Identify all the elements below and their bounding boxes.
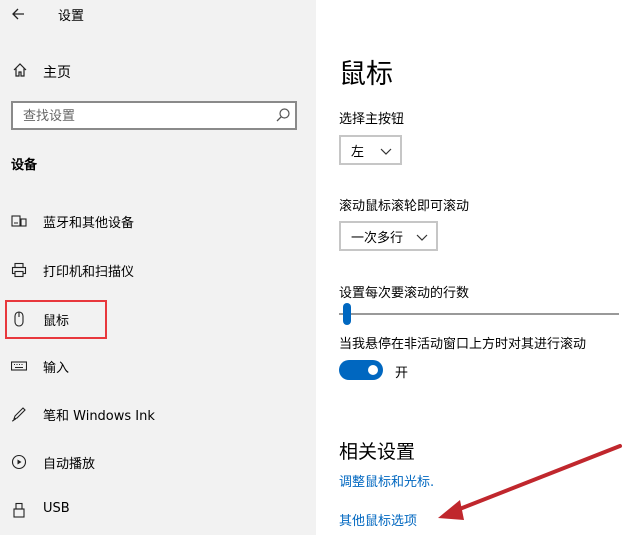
sidebar-item-label: 主页 — [43, 65, 71, 81]
sidebar-item-autoplay[interactable]: 自动播放 — [0, 444, 316, 480]
select-value: 左 — [351, 144, 365, 160]
app-title: 设置 — [58, 9, 85, 24]
inactive-scroll-toggle[interactable] — [339, 360, 383, 380]
primary-button-select[interactable]: 左 — [339, 135, 402, 165]
search-box[interactable] — [11, 101, 297, 130]
section-title: 设备 — [11, 158, 38, 173]
scroll-wheel-label: 滚动鼠标滚轮即可滚动 — [339, 199, 470, 214]
autoplay-icon — [11, 454, 27, 470]
search-icon[interactable] — [275, 107, 291, 123]
inactive-scroll-label: 当我悬停在非活动窗口上方时对其进行滚动 — [339, 337, 587, 352]
search-input[interactable] — [13, 103, 275, 130]
highlight-box — [5, 300, 107, 339]
bluetooth-devices-icon — [11, 213, 27, 229]
sidebar-item-home[interactable]: 主页 — [0, 56, 316, 86]
sidebar-item-typing[interactable]: 输入 — [0, 348, 316, 384]
additional-mouse-options-link[interactable]: 其他鼠标选项 — [339, 510, 417, 529]
lines-to-scroll-slider-thumb[interactable] — [343, 303, 352, 325]
chevron-down-icon — [380, 145, 392, 160]
adjust-mouse-cursor-link[interactable]: 调整鼠标和光标. — [339, 471, 434, 490]
printer-icon — [11, 262, 27, 278]
toggle-knob — [368, 365, 378, 375]
keyboard-icon — [11, 358, 27, 374]
sidebar-item-label: 输入 — [43, 361, 70, 376]
sidebar-item-label: USB — [43, 501, 70, 516]
back-arrow-icon — [11, 7, 25, 21]
lines-to-scroll-label: 设置每次要滚动的行数 — [339, 286, 470, 301]
sidebar-item-label: 蓝牙和其他设备 — [43, 216, 135, 231]
chevron-down-icon — [416, 231, 428, 246]
annotation-arrow — [438, 444, 622, 520]
lines-to-scroll-slider-track[interactable] — [339, 313, 619, 315]
sidebar-item-label: 打印机和扫描仪 — [43, 265, 135, 280]
usb-icon — [11, 502, 27, 518]
back-button[interactable] — [6, 2, 30, 26]
sidebar-item-usb[interactable]: USB — [0, 492, 316, 528]
related-settings-title: 相关设置 — [339, 441, 416, 463]
inactive-scroll-state: 开 — [395, 366, 409, 381]
select-value: 一次多行 — [351, 230, 404, 246]
sidebar-item-pen[interactable]: 笔和 Windows Ink — [0, 396, 316, 432]
sidebar-item-label: 自动播放 — [43, 457, 96, 472]
primary-button-label: 选择主按钮 — [339, 112, 405, 127]
page-title: 鼠标 — [339, 59, 393, 90]
sidebar-item-printers[interactable]: 打印机和扫描仪 — [0, 252, 316, 288]
sidebar-item-label: 笔和 Windows Ink — [43, 409, 155, 424]
pen-icon — [11, 406, 27, 422]
scroll-wheel-select[interactable]: 一次多行 — [339, 221, 438, 251]
home-icon — [12, 62, 28, 78]
sidebar-item-bluetooth[interactable]: 蓝牙和其他设备 — [0, 203, 316, 239]
